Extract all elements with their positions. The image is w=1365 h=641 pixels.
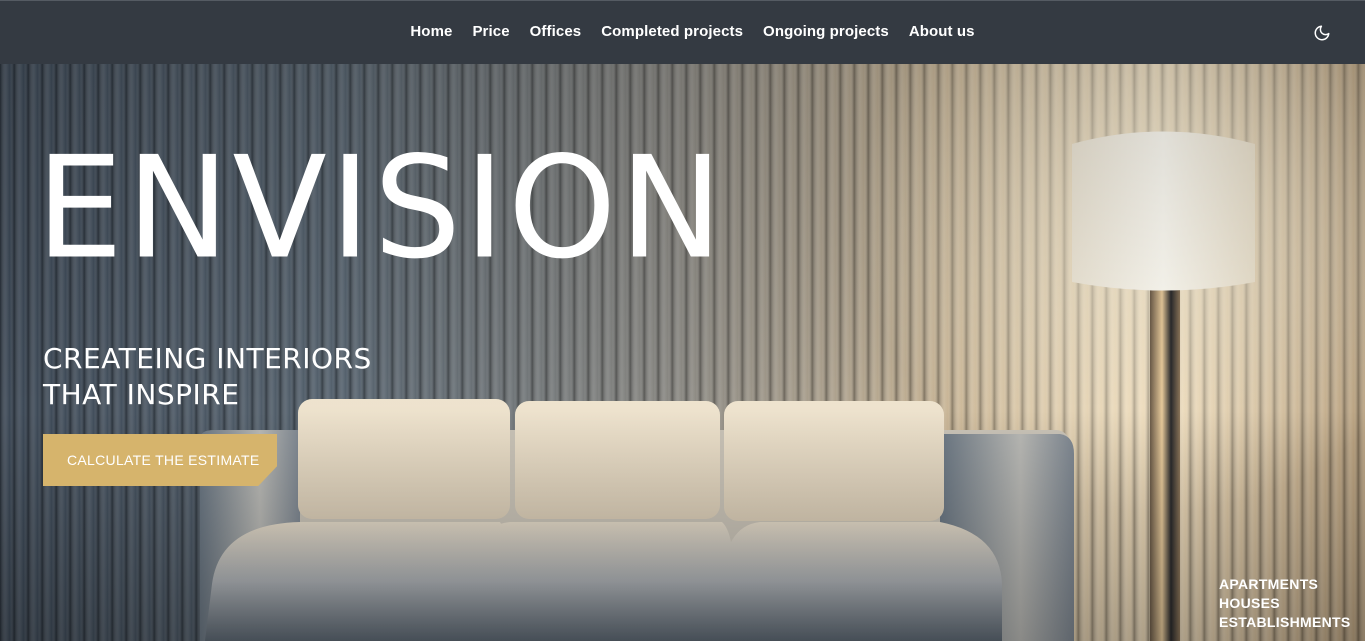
hero-title: ENVISION <box>36 125 726 291</box>
hero-tagline-line-1: CREATEING INTERIORS <box>43 342 372 375</box>
hero-tagline-line-2: THAT INSPIRE <box>43 378 240 411</box>
hero-tagline: CREATEING INTERIORS THAT INSPIRE <box>43 341 372 413</box>
moon-icon <box>1314 25 1330 41</box>
nav-home[interactable]: Home <box>410 23 452 40</box>
category-links: APARTMENTS HOUSES ESTABLISHMENTS <box>1219 575 1351 632</box>
nav-price[interactable]: Price <box>472 23 509 40</box>
nav-ongoing-projects[interactable]: Ongoing projects <box>763 23 889 40</box>
theme-toggle-button[interactable] <box>1313 24 1331 42</box>
nav-offices[interactable]: Offices <box>530 23 582 40</box>
category-houses[interactable]: HOUSES <box>1219 594 1351 613</box>
page: Home Price Offices Completed projects On… <box>0 0 1365 641</box>
category-apartments[interactable]: APARTMENTS <box>1219 575 1351 594</box>
calculate-estimate-button[interactable]: CALCULATE THE ESTIMATE <box>43 434 277 486</box>
nav-completed-projects[interactable]: Completed projects <box>601 23 743 40</box>
nav-about-us[interactable]: About us <box>909 23 975 40</box>
main-nav: Home Price Offices Completed projects On… <box>0 23 1365 40</box>
top-navbar: Home Price Offices Completed projects On… <box>0 0 1365 64</box>
hero-section: ENVISION CREATEING INTERIORS THAT INSPIR… <box>0 64 1365 641</box>
category-establishments[interactable]: ESTABLISHMENTS <box>1219 613 1351 632</box>
